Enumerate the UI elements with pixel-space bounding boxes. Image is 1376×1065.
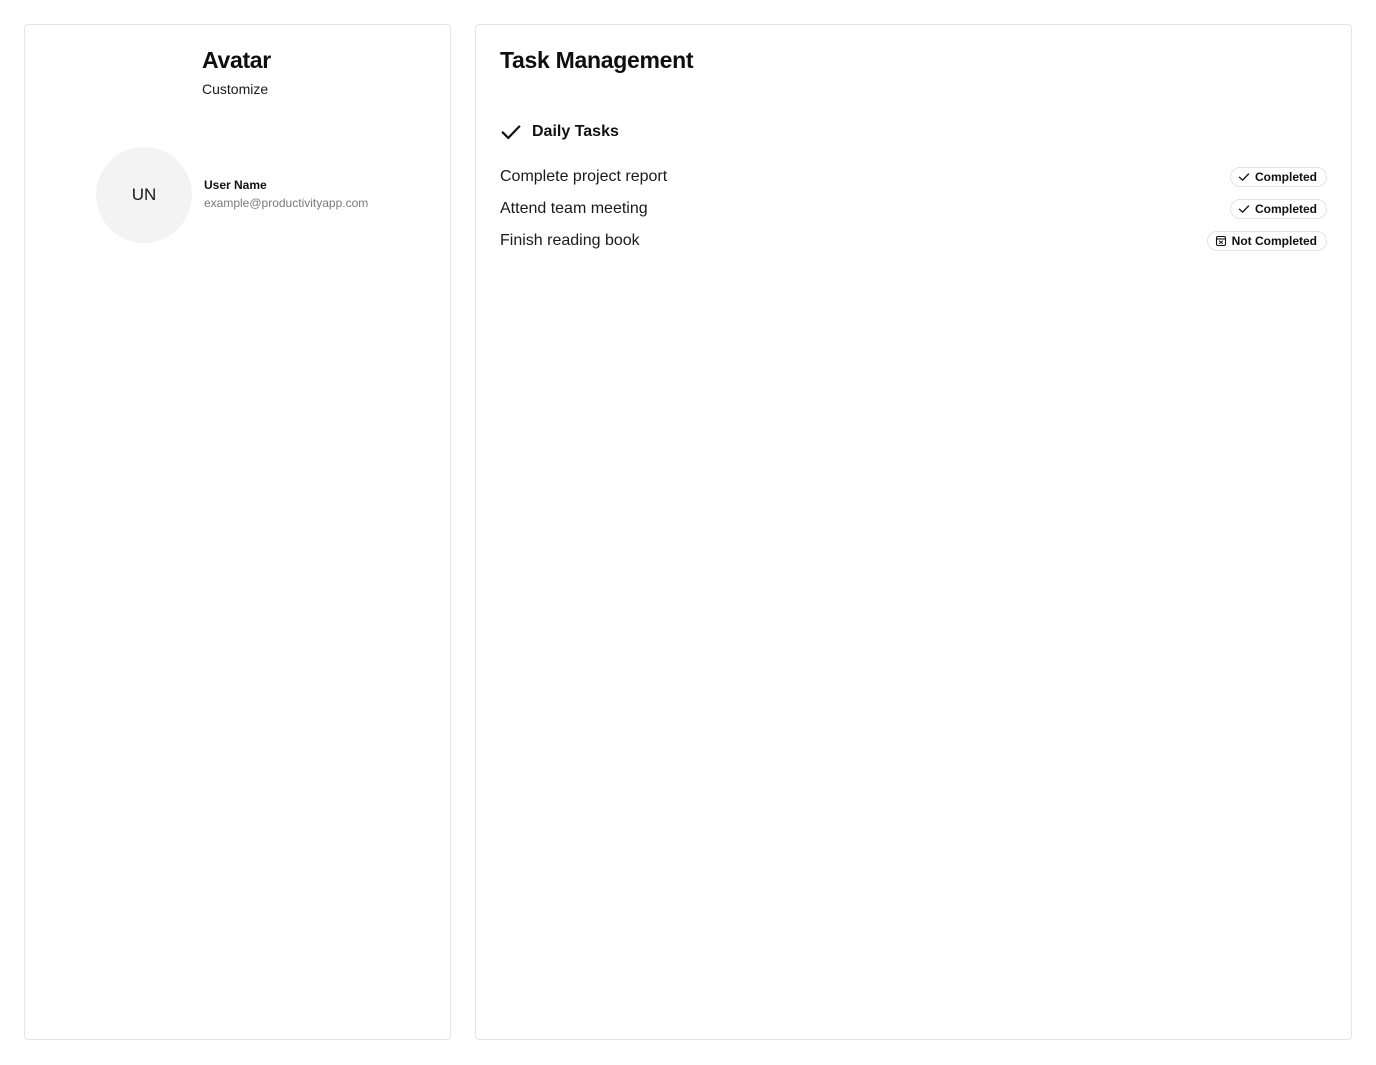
status-text: Not Completed xyxy=(1231,234,1317,248)
page-title: Task Management xyxy=(500,47,694,73)
task-label: Finish reading book xyxy=(500,232,640,249)
task-management-card: Task Management Daily Tasks Complete pro… xyxy=(475,24,1352,1040)
status-text: Completed xyxy=(1254,170,1317,184)
task-label: Attend team meeting xyxy=(500,200,648,217)
check-icon xyxy=(501,125,521,140)
user-name: User Name xyxy=(204,178,267,192)
task-row[interactable]: Finish reading book Not Completed xyxy=(500,225,1327,257)
check-icon xyxy=(1238,205,1250,213)
avatar-card-subtitle: Customize xyxy=(202,81,269,97)
task-row[interactable]: Attend team meeting Completed xyxy=(500,193,1327,225)
section-title: Daily Tasks xyxy=(532,123,619,140)
avatar[interactable]: UN xyxy=(96,147,192,243)
avatar-card: Avatar Customize UN User Name example@pr… xyxy=(24,24,451,1040)
task-row[interactable]: Complete project report Completed xyxy=(500,161,1327,193)
avatar-card-title: Avatar xyxy=(202,47,271,73)
task-list: Complete project report Completed Attend… xyxy=(500,161,1327,257)
user-email: example@productivityapp.com xyxy=(204,196,369,210)
check-icon xyxy=(1238,173,1250,181)
status-badge[interactable]: Not Completed xyxy=(1206,231,1327,251)
avatar-initials: UN xyxy=(131,185,157,204)
daily-tasks-header: Daily Tasks xyxy=(500,121,619,143)
status-text: Completed xyxy=(1254,202,1317,216)
page: Avatar Customize UN User Name example@pr… xyxy=(0,0,1376,1065)
status-badge[interactable]: Completed xyxy=(1229,199,1327,219)
calendar-x-icon xyxy=(1215,235,1226,247)
status-badge[interactable]: Completed xyxy=(1229,167,1327,187)
task-label: Complete project report xyxy=(500,168,668,185)
